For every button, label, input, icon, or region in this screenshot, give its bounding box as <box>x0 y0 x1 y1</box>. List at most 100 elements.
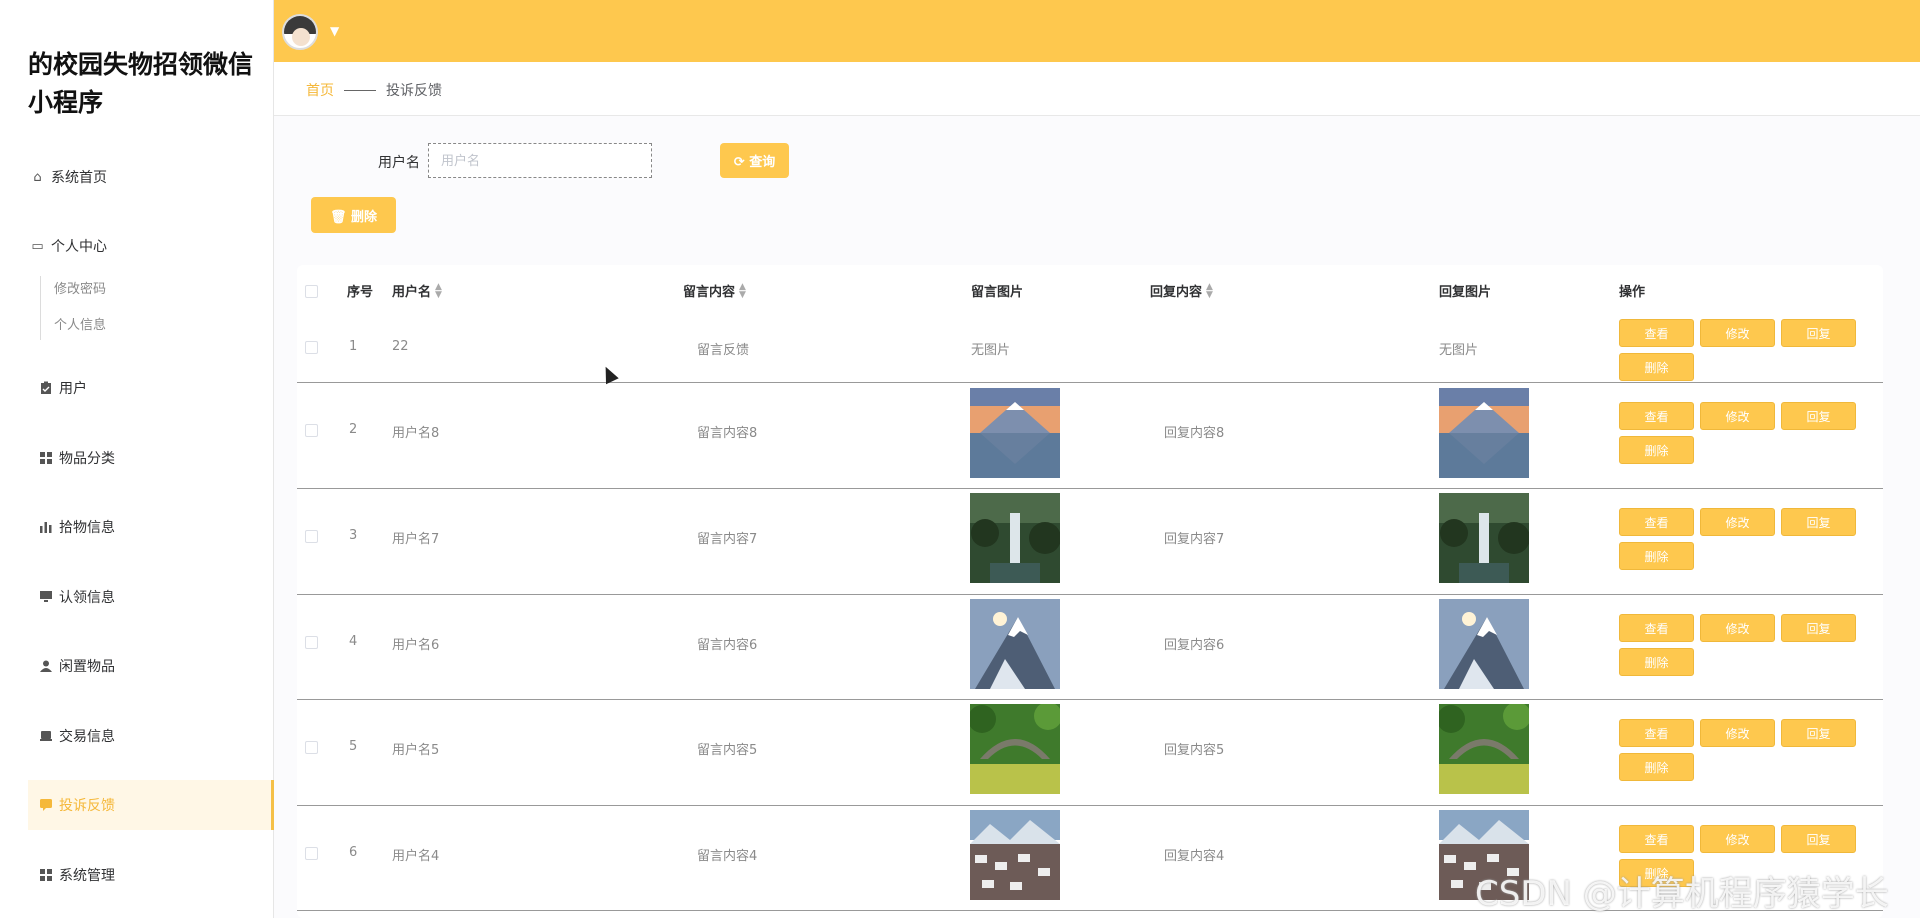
sort-icon[interactable]: ▲ ▼ <box>1206 282 1213 299</box>
avatar[interactable] <box>282 14 318 50</box>
reply-button[interactable]: 回复 <box>1781 319 1856 347</box>
reply-button[interactable]: 回复 <box>1781 508 1856 536</box>
message-image-waterfall[interactable] <box>970 493 1060 583</box>
cell-reply: 回复内容8 <box>1164 426 1225 441</box>
row-checkbox[interactable] <box>305 424 318 437</box>
reply-button[interactable]: 回复 <box>1781 402 1856 430</box>
search-input[interactable] <box>428 143 652 178</box>
message-image-snow-village[interactable] <box>970 810 1060 900</box>
view-button[interactable]: 查看 <box>1619 825 1694 853</box>
profile-icon: ▭ <box>31 238 44 254</box>
bar-chart-icon <box>38 520 53 535</box>
sidebar-item-home[interactable]: ⌂ 系统首页 <box>30 165 107 189</box>
row-checkbox[interactable] <box>305 530 318 543</box>
edit-button[interactable]: 修改 <box>1700 825 1775 853</box>
message-image-snow-peak[interactable] <box>970 599 1060 689</box>
delete-button[interactable]: 删除 <box>1619 753 1694 781</box>
cell-index: 5 <box>349 739 358 754</box>
reply-image-stone-bridge[interactable] <box>1439 704 1529 794</box>
home-icon: ⌂ <box>33 169 42 185</box>
edit-button[interactable]: 修改 <box>1700 719 1775 747</box>
row-checkbox[interactable] <box>305 741 318 754</box>
refresh-icon: ⟳ <box>733 155 745 170</box>
query-button[interactable]: ⟳ 查询 <box>720 143 789 178</box>
chevron-down-icon[interactable]: ▼ <box>330 24 339 38</box>
breadcrumb: 首页 投诉反馈 <box>306 80 442 100</box>
row-checkbox[interactable] <box>305 636 318 649</box>
sort-icon[interactable]: ▲ ▼ <box>435 282 442 299</box>
breadcrumb-separator <box>344 89 376 91</box>
view-button[interactable]: 查看 <box>1619 402 1694 430</box>
view-button[interactable]: 查看 <box>1619 614 1694 642</box>
sidebar-item-idle-items[interactable]: 闲置物品 <box>38 654 115 678</box>
printer-icon <box>38 729 53 744</box>
cell-index: 1 <box>349 339 358 354</box>
reply-image-waterfall[interactable] <box>1439 493 1529 583</box>
sidebar-item-users[interactable]: 用户 <box>38 376 87 400</box>
breadcrumb-bar: 首页 投诉反馈 <box>274 62 1920 116</box>
cell-message: 留言内容6 <box>697 638 758 653</box>
grid-icon <box>38 451 53 466</box>
header-actions: 操作 <box>1619 285 1646 300</box>
sort-icon[interactable]: ▲ ▼ <box>739 282 746 299</box>
reply-button[interactable]: 回复 <box>1781 825 1856 853</box>
cell-reply: 回复内容7 <box>1164 532 1225 547</box>
sidebar-item-label: 投诉反馈 <box>59 798 115 814</box>
view-button[interactable]: 查看 <box>1619 719 1694 747</box>
row-actions: 查看 修改 回复 删除 <box>1619 614 1859 676</box>
delete-button[interactable]: 删除 <box>1619 542 1694 570</box>
row-checkbox[interactable] <box>305 847 318 860</box>
header-username[interactable]: 用户名 ▲ ▼ <box>392 281 442 300</box>
view-button[interactable]: 查看 <box>1619 319 1694 347</box>
row-actions: 查看 修改 回复 删除 <box>1619 508 1859 570</box>
bulk-delete-button[interactable]: 🗑 删除 <box>311 197 396 233</box>
edit-button[interactable]: 修改 <box>1700 508 1775 536</box>
sidebar-item-categories[interactable]: 物品分类 <box>38 446 115 470</box>
cell-index: 2 <box>349 422 358 437</box>
view-button[interactable]: 查看 <box>1619 508 1694 536</box>
sidebar-item-complaints[interactable]: 投诉反馈 <box>38 793 115 817</box>
sidebar-item-transactions[interactable]: 交易信息 <box>38 724 115 748</box>
cell-reply: 回复内容5 <box>1164 743 1225 758</box>
select-all-checkbox[interactable] <box>305 285 318 298</box>
table-row: 3 用户名7 留言内容7 回复内容7 查看 修改 回复 删除 <box>297 490 1883 595</box>
reply-button[interactable]: 回复 <box>1781 719 1856 747</box>
sidebar-item-system[interactable]: 系统管理 <box>38 863 115 887</box>
delete-button[interactable]: 删除 <box>1619 436 1694 464</box>
reply-image-mountain-lake[interactable] <box>1439 388 1529 478</box>
message-image-mountain-lake[interactable] <box>970 388 1060 478</box>
header-message[interactable]: 留言内容 ▲ ▼ <box>683 281 746 300</box>
delete-button[interactable]: 删除 <box>1619 353 1694 381</box>
table-row: 1 22 留言反馈 无图片 无图片 查看 修改 回复 删除 <box>297 311 1883 383</box>
sidebar-item-profile-center[interactable]: ▭ 个人中心 <box>30 234 107 258</box>
delete-button[interactable]: 删除 <box>1619 648 1694 676</box>
cell-username: 22 <box>392 339 409 354</box>
sidebar-item-personal-info[interactable]: 个人信息 <box>40 314 106 338</box>
search-label: 用户名 <box>378 155 420 171</box>
reply-button[interactable]: 回复 <box>1781 614 1856 642</box>
user-icon <box>38 659 53 674</box>
message-image-stone-bridge[interactable] <box>970 704 1060 794</box>
edit-button[interactable]: 修改 <box>1700 319 1775 347</box>
cell-reply-image: 无图片 <box>1439 343 1479 358</box>
cell-username: 用户名7 <box>392 532 440 547</box>
app-title: 的校园失物招领微信小程序 <box>28 50 254 117</box>
sidebar-item-label: 认领信息 <box>59 590 115 606</box>
row-checkbox[interactable] <box>305 341 318 354</box>
sidebar-item-change-password[interactable]: 修改密码 <box>40 278 106 302</box>
grid-icon <box>38 868 53 883</box>
table-row: 4 用户名6 留言内容6 回复内容6 查看 修改 回复 删除 <box>297 596 1883 700</box>
header-reply[interactable]: 回复内容 ▲ ▼ <box>1150 281 1213 300</box>
cell-index: 4 <box>349 634 358 649</box>
reply-image-snow-peak[interactable] <box>1439 599 1529 689</box>
cell-reply: 回复内容4 <box>1164 849 1225 864</box>
sidebar-item-label: 用户 <box>59 381 87 397</box>
edit-button[interactable]: 修改 <box>1700 402 1775 430</box>
sidebar-item-claims[interactable]: 认领信息 <box>38 585 115 609</box>
edit-button[interactable]: 修改 <box>1700 614 1775 642</box>
monitor-icon <box>38 590 53 605</box>
sidebar-item-label: 闲置物品 <box>59 659 115 675</box>
breadcrumb-home[interactable]: 首页 <box>306 80 334 100</box>
sidebar-item-found-items[interactable]: 拾物信息 <box>38 515 115 539</box>
sidebar-item-label: 交易信息 <box>59 729 115 745</box>
